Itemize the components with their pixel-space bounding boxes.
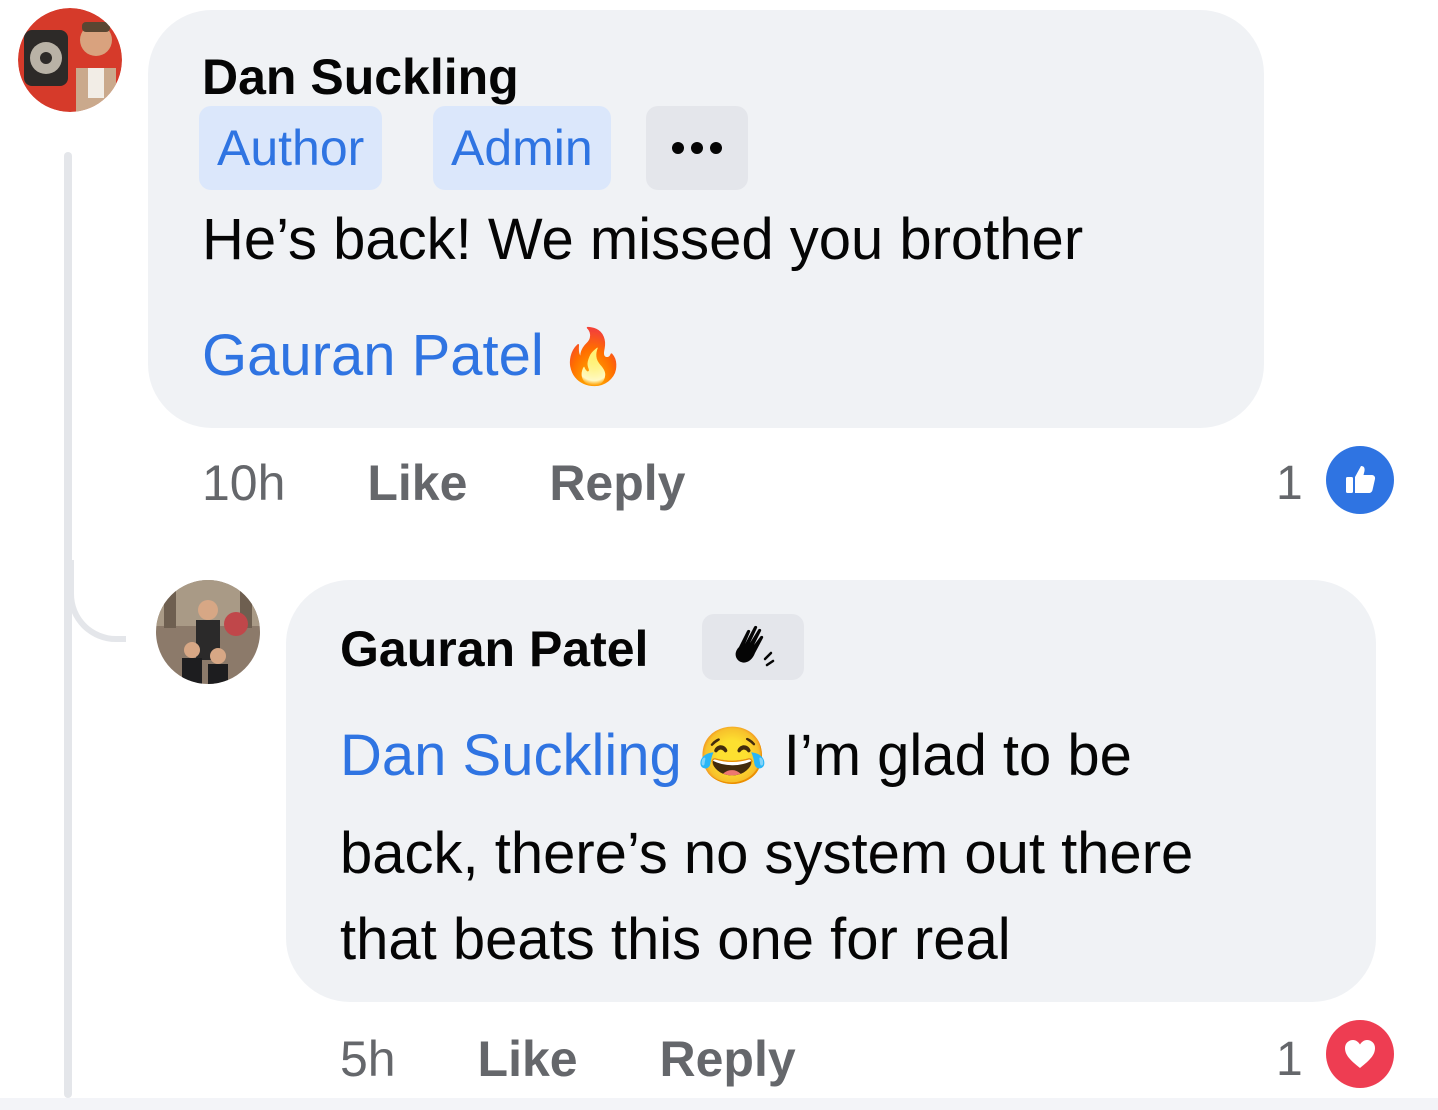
like-button[interactable]: Like xyxy=(478,1031,578,1087)
reply-actions: 5h Like Reply xyxy=(340,1030,796,1088)
reply-line-3: that beats this one for real xyxy=(340,907,1011,972)
thread-line xyxy=(64,152,72,1098)
like-icon[interactable] xyxy=(1326,446,1394,514)
heart-icon[interactable] xyxy=(1326,1020,1394,1088)
author-badge[interactable]: Author xyxy=(199,106,383,190)
comment-text: He’s back! We missed you brother xyxy=(202,207,1084,272)
comment-author-name[interactable]: Dan Suckling xyxy=(202,48,519,106)
like-button[interactable]: Like xyxy=(367,455,467,511)
bottom-strip xyxy=(0,1098,1438,1110)
reply-time[interactable]: 5h xyxy=(340,1031,396,1087)
avatar[interactable] xyxy=(156,580,260,684)
comment-time[interactable]: 10h xyxy=(202,455,285,511)
avatar[interactable] xyxy=(18,8,122,112)
laughing-emoji: 😂 xyxy=(697,724,768,787)
mention-link[interactable]: Dan Suckling xyxy=(340,723,682,788)
wave-icon[interactable] xyxy=(702,614,804,680)
admin-badge[interactable]: Admin xyxy=(433,106,611,190)
reaction-count[interactable]: 1 xyxy=(1276,456,1303,511)
reply-line-2: back, there’s no system out there xyxy=(340,821,1194,886)
fire-emoji: 🔥 xyxy=(559,327,628,387)
reply-line-1: Dan Suckling 😂 I’m glad to be xyxy=(340,722,1132,789)
dot xyxy=(691,142,703,154)
reply-text: I’m glad to be xyxy=(783,723,1132,788)
dot xyxy=(672,142,684,154)
reply-button[interactable]: Reply xyxy=(660,1031,796,1087)
comment-actions: 10h Like Reply xyxy=(202,454,685,512)
reaction-count[interactable]: 1 xyxy=(1276,1032,1303,1087)
mention-link[interactable]: Gauran Patel xyxy=(202,323,544,388)
reply-button[interactable]: Reply xyxy=(549,455,685,511)
more-options-button[interactable] xyxy=(646,106,748,190)
dot xyxy=(710,142,722,154)
reply-author-name[interactable]: Gauran Patel xyxy=(340,620,648,678)
comment-mention-line: Gauran Patel 🔥 xyxy=(202,322,627,389)
reply-connector xyxy=(68,560,126,642)
